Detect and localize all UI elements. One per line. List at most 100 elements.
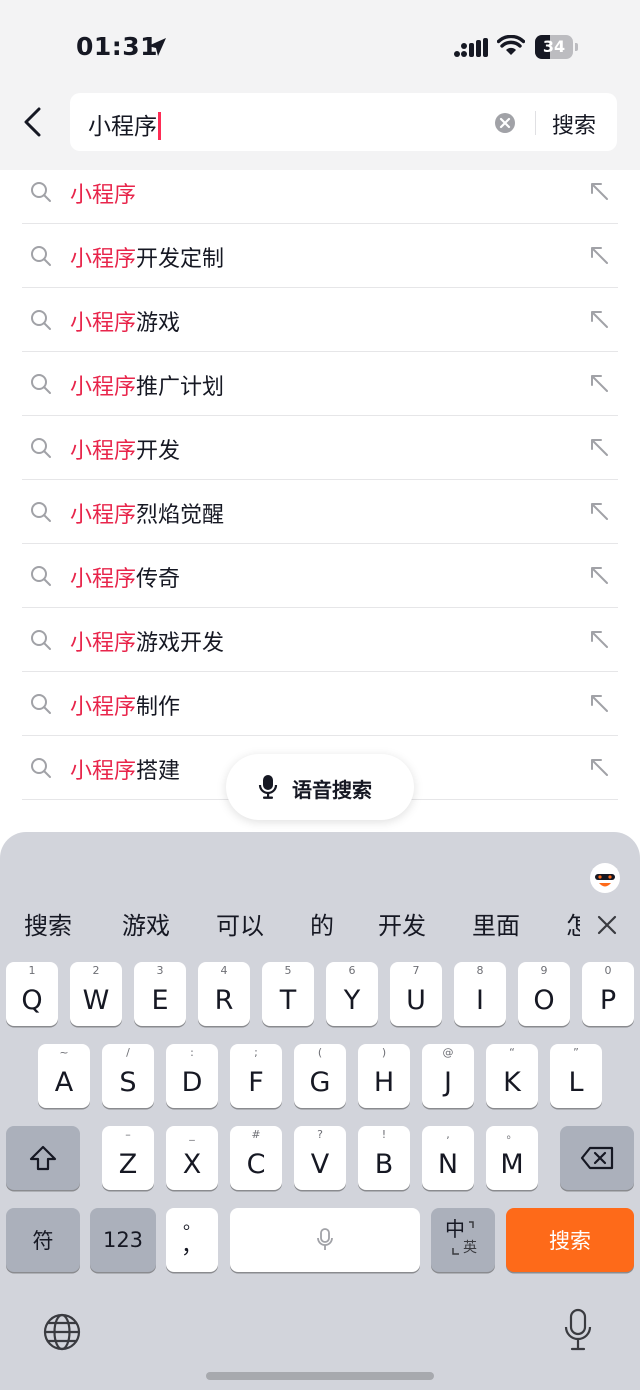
key-d[interactable]: :D — [166, 1044, 218, 1108]
search-icon — [31, 630, 51, 650]
key-z[interactable]: – Z — [102, 1126, 154, 1190]
key-label: M — [500, 1149, 524, 1180]
key-m[interactable]: 。 M — [486, 1126, 538, 1190]
suggestion-item[interactable]: 小程序开发定制 — [22, 224, 618, 288]
key-g[interactable]: (G — [294, 1044, 346, 1108]
keyboard-mascot-icon[interactable] — [588, 860, 622, 894]
fill-query-arrow-icon[interactable] — [588, 308, 610, 330]
suggestion-item[interactable]: 小程序游戏 — [22, 288, 618, 352]
suggestion-item[interactable]: 小程序烈焰觉醒 — [22, 480, 618, 544]
key-a[interactable]: ~ A — [38, 1044, 90, 1108]
key-c[interactable]: # C — [230, 1126, 282, 1190]
backspace-key[interactable] — [560, 1126, 634, 1190]
fill-query-arrow-icon[interactable] — [588, 500, 610, 522]
suggestion-item[interactable]: 小程序 — [22, 160, 618, 224]
candidate-word[interactable]: 游戏 — [122, 906, 170, 941]
suggestion-item[interactable]: 小程序传奇 — [22, 544, 618, 608]
shift-key[interactable] — [6, 1126, 80, 1190]
suggestion-list: 小程序 小程序开发定制 小程序游戏 小程序推广计划 小程序开发 小程序烈焰觉醒 小程序传奇小… — [22, 160, 618, 800]
key-x[interactable]: _ X — [166, 1126, 218, 1190]
candidate-word[interactable]: 里面 — [472, 906, 520, 941]
candidate-word[interactable]: 怎 — [566, 906, 580, 941]
key-s[interactable]: / S — [102, 1044, 154, 1108]
key-r[interactable]: 4R — [198, 962, 250, 1026]
candidate-word[interactable]: 搜索 — [24, 906, 72, 941]
suggestion-rest: 开发定制 — [136, 247, 225, 272]
search-button[interactable]: 搜索 — [552, 108, 596, 140]
suggestion-label: 小程序游戏 — [70, 305, 180, 337]
text-caret — [158, 112, 161, 140]
fill-query-arrow-icon[interactable] — [588, 372, 610, 394]
key-l[interactable]: ” L — [550, 1044, 602, 1108]
language-switch-key[interactable]: 中 英 — [431, 1208, 495, 1272]
suggestion-highlight: 小程序 — [70, 567, 137, 592]
search-box[interactable]: 小程序 搜索 — [70, 93, 617, 151]
key-secondary-label: , — [446, 1128, 450, 1141]
key-k[interactable]: “K — [486, 1044, 538, 1108]
symbols-key[interactable]: 符 — [6, 1208, 80, 1272]
fill-query-arrow-icon[interactable] — [588, 692, 610, 714]
key-j[interactable]: @ J — [422, 1044, 474, 1108]
search-action-label: 搜索 — [549, 1229, 591, 1253]
key-p[interactable]: 0P — [582, 962, 634, 1026]
key-secondary-label: 7 — [412, 964, 420, 977]
candidate-word[interactable]: 的 — [310, 906, 334, 941]
close-candidates-icon[interactable] — [594, 912, 620, 938]
key-secondary-label: 0 — [604, 964, 612, 977]
key-y[interactable]: 6Y — [326, 962, 378, 1026]
numbers-key[interactable]: 123 — [90, 1208, 156, 1272]
punctuation-key[interactable]: 。 ， — [166, 1208, 218, 1272]
suggestion-item[interactable]: 小程序推广计划 — [22, 352, 618, 416]
clear-icon[interactable] — [494, 112, 516, 134]
fill-query-arrow-icon[interactable] — [588, 244, 610, 266]
key-e[interactable]: 3E — [134, 962, 186, 1026]
candidate-word[interactable]: 可以 — [216, 906, 264, 941]
key-u[interactable]: 7U — [390, 962, 442, 1026]
search-icon — [31, 758, 51, 778]
key-q[interactable]: 1Q — [6, 962, 58, 1026]
search-input[interactable]: 小程序 — [88, 107, 161, 141]
key-h[interactable]: ) H — [358, 1044, 410, 1108]
key-t[interactable]: 5T — [262, 962, 314, 1026]
space-key[interactable] — [230, 1208, 420, 1272]
key-label: Z — [118, 1149, 138, 1180]
key-w[interactable]: 2W — [70, 962, 122, 1026]
key-v[interactable]: ? V — [294, 1126, 346, 1190]
suggestion-rest: 搭建 — [136, 759, 181, 784]
key-i[interactable]: 8I — [454, 962, 506, 1026]
fill-query-arrow-icon[interactable] — [588, 564, 610, 586]
suggestion-label: 小程序推广计划 — [70, 369, 224, 401]
key-secondary-label: 9 — [540, 964, 548, 977]
fill-query-arrow-icon[interactable] — [588, 756, 610, 778]
key-secondary-label: : — [190, 1046, 194, 1059]
key-secondary-label: @ — [442, 1046, 454, 1059]
key-b[interactable]: ! B — [358, 1126, 410, 1190]
suggestion-item[interactable]: 小程序游戏开发 — [22, 608, 618, 672]
search-action-key[interactable]: 搜索 — [506, 1208, 634, 1272]
voice-search-button[interactable]: 语音搜索 — [226, 754, 414, 820]
globe-icon[interactable] — [42, 1312, 82, 1352]
search-icon — [31, 374, 51, 394]
key-label: P — [599, 985, 617, 1016]
fill-query-arrow-icon[interactable] — [588, 628, 610, 650]
suggestion-label: 小程序烈焰觉醒 — [70, 497, 224, 529]
suggestion-item[interactable]: 小程序制作 — [22, 672, 618, 736]
back-button[interactable] — [16, 104, 50, 140]
fill-query-arrow-icon[interactable] — [588, 436, 610, 458]
keyboard-microphone-icon[interactable] — [563, 1308, 593, 1352]
search-icon — [31, 246, 51, 266]
search-icon — [31, 502, 51, 522]
key-secondary-label: – — [125, 1128, 131, 1141]
battery-level: 34 — [542, 37, 566, 56]
key-f[interactable]: ; F — [230, 1044, 282, 1108]
suggestion-highlight: 小程序 — [70, 375, 137, 400]
key-n[interactable]: ,N — [422, 1126, 474, 1190]
candidate-word[interactable]: 开发 — [378, 906, 426, 941]
suggestion-item[interactable]: 小程序开发 — [22, 416, 618, 480]
key-label: C — [246, 1149, 266, 1180]
microphone-icon — [258, 775, 278, 799]
key-o[interactable]: 9O — [518, 962, 570, 1026]
suggestion-highlight: 小程序 — [70, 247, 137, 272]
fill-query-arrow-icon[interactable] — [588, 180, 610, 202]
key-label: U — [406, 985, 426, 1016]
